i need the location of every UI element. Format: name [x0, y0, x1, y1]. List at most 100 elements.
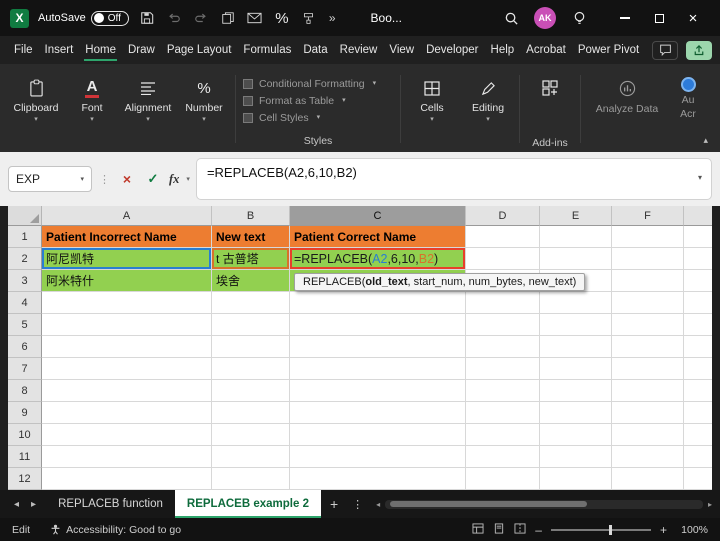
cell-C4[interactable] — [290, 292, 466, 314]
cell-D5[interactable] — [466, 314, 540, 336]
cell-E11[interactable] — [540, 446, 612, 468]
undo-icon[interactable] — [165, 9, 183, 27]
cell-F12[interactable] — [612, 468, 684, 490]
menu-tab-page-layout[interactable]: Page Layout — [161, 36, 238, 64]
select-all-corner[interactable] — [8, 206, 42, 226]
cell-F6[interactable] — [612, 336, 684, 358]
zoom-level[interactable]: 100% — [676, 524, 708, 536]
cell-A8[interactable] — [42, 380, 212, 402]
row-header-3[interactable]: 3 — [8, 270, 42, 292]
horizontal-scrollbar[interactable] — [376, 500, 712, 509]
row-header-4[interactable]: 4 — [8, 292, 42, 314]
ribbon-group-addins[interactable]: Add-ins — [523, 68, 577, 152]
styles-item-conditional-formatting[interactable]: Conditional Formatting — [243, 75, 393, 92]
zoom-in-icon[interactable]: + — [660, 523, 667, 537]
cell-F5[interactable] — [612, 314, 684, 336]
cell-D1[interactable] — [466, 226, 540, 248]
excel-logo-icon[interactable]: X — [10, 9, 29, 28]
ribbon-group-number[interactable]: Number — [176, 68, 232, 152]
cell-B6[interactable] — [212, 336, 290, 358]
cell-A7[interactable] — [42, 358, 212, 380]
search-icon[interactable] — [502, 9, 520, 27]
cell-E2[interactable] — [540, 248, 612, 270]
col-header-C[interactable]: C — [290, 206, 466, 226]
menu-tab-power-pivot[interactable]: Power Pivot — [572, 36, 645, 64]
cell-F4[interactable] — [612, 292, 684, 314]
formula-bar-expand-icon[interactable] — [698, 173, 702, 182]
col-header-A[interactable]: A — [42, 206, 212, 226]
cell-F8[interactable] — [612, 380, 684, 402]
cell-E5[interactable] — [540, 314, 612, 336]
scrollbar-thumb[interactable] — [390, 501, 587, 507]
menu-tab-help[interactable]: Help — [485, 36, 521, 64]
cell-E12[interactable] — [540, 468, 612, 490]
minimize-button[interactable] — [608, 0, 642, 36]
menu-tab-review[interactable]: Review — [334, 36, 384, 64]
cell-C11[interactable] — [290, 446, 466, 468]
styles-item-format-as-table[interactable]: Format as Table — [243, 92, 393, 109]
new-sheet-button[interactable]: + — [321, 496, 347, 512]
cell-C2[interactable]: =REPLACEB(A2,6,10,B2) — [290, 248, 466, 270]
cell-E9[interactable] — [540, 402, 612, 424]
zoom-slider[interactable] — [551, 529, 651, 531]
ribbon-group-editing[interactable]: Editing — [460, 68, 516, 152]
scroll-left-icon[interactable] — [376, 500, 380, 509]
col-header-F[interactable]: F — [612, 206, 684, 226]
account-avatar[interactable]: AK — [534, 7, 556, 29]
ribbon-group-analyze-data[interactable]: Analyze Data — [584, 68, 670, 152]
cell-E8[interactable] — [540, 380, 612, 402]
row-header-11[interactable]: 11 — [8, 446, 42, 468]
redo-icon[interactable] — [192, 9, 210, 27]
cell-mode-indicator[interactable]: Edit — [12, 524, 30, 536]
zoom-out-icon[interactable]: – — [535, 523, 542, 537]
cell-C7[interactable] — [290, 358, 466, 380]
col-header-B[interactable]: B — [212, 206, 290, 226]
cell-D9[interactable] — [466, 402, 540, 424]
cell-A9[interactable] — [42, 402, 212, 424]
menu-tab-file[interactable]: File — [8, 36, 39, 64]
cell-C10[interactable] — [290, 424, 466, 446]
ribbon-group-clipboard[interactable]: Clipboard — [8, 68, 64, 152]
cell-B2[interactable]: t 古普塔 — [212, 248, 290, 270]
col-header-D[interactable]: D — [466, 206, 540, 226]
cell-B10[interactable] — [212, 424, 290, 446]
cell-A3[interactable]: 阿米特什 — [42, 270, 212, 292]
ribbon-group-cells[interactable]: Cells — [404, 68, 460, 152]
cell-A1[interactable]: Patient Incorrect Name — [42, 226, 212, 248]
cell-D11[interactable] — [466, 446, 540, 468]
format-painter-icon[interactable] — [300, 9, 318, 27]
cell-D10[interactable] — [466, 424, 540, 446]
scrollbar-track[interactable] — [385, 500, 703, 509]
row-header-7[interactable]: 7 — [8, 358, 42, 380]
close-button[interactable] — [676, 0, 710, 36]
save-icon[interactable] — [138, 9, 156, 27]
normal-view-icon[interactable] — [472, 523, 484, 537]
cell-C5[interactable] — [290, 314, 466, 336]
ribbon-group-font[interactable]: Font — [64, 68, 120, 152]
cell-E10[interactable] — [540, 424, 612, 446]
menu-tab-draw[interactable]: Draw — [122, 36, 161, 64]
name-box[interactable]: EXP — [8, 166, 92, 192]
autosave-switch[interactable]: Off — [91, 11, 129, 26]
cell-D2[interactable] — [466, 248, 540, 270]
cell-B9[interactable] — [212, 402, 290, 424]
ribbon-group-truncated[interactable]: Au Acr — [670, 68, 706, 152]
col-header-E[interactable]: E — [540, 206, 612, 226]
cell-F7[interactable] — [612, 358, 684, 380]
cell-D6[interactable] — [466, 336, 540, 358]
cell-D4[interactable] — [466, 292, 540, 314]
document-title[interactable]: Boo... — [371, 11, 402, 25]
accessibility-status[interactable]: Accessibility: Good to go — [50, 524, 181, 536]
cell-C9[interactable] — [290, 402, 466, 424]
collapse-ribbon-icon[interactable] — [703, 135, 708, 146]
cell-B1[interactable]: New text — [212, 226, 290, 248]
menu-tab-data[interactable]: Data — [297, 36, 333, 64]
styles-item-cell-styles[interactable]: Cell Styles — [243, 109, 393, 126]
ribbon-group-alignment[interactable]: Alignment — [120, 68, 176, 152]
cell-A10[interactable] — [42, 424, 212, 446]
cell-D7[interactable] — [466, 358, 540, 380]
cell-A2[interactable]: 阿尼凯特 — [42, 248, 212, 270]
cell-C12[interactable] — [290, 468, 466, 490]
cell-B11[interactable] — [212, 446, 290, 468]
cell-A6[interactable] — [42, 336, 212, 358]
